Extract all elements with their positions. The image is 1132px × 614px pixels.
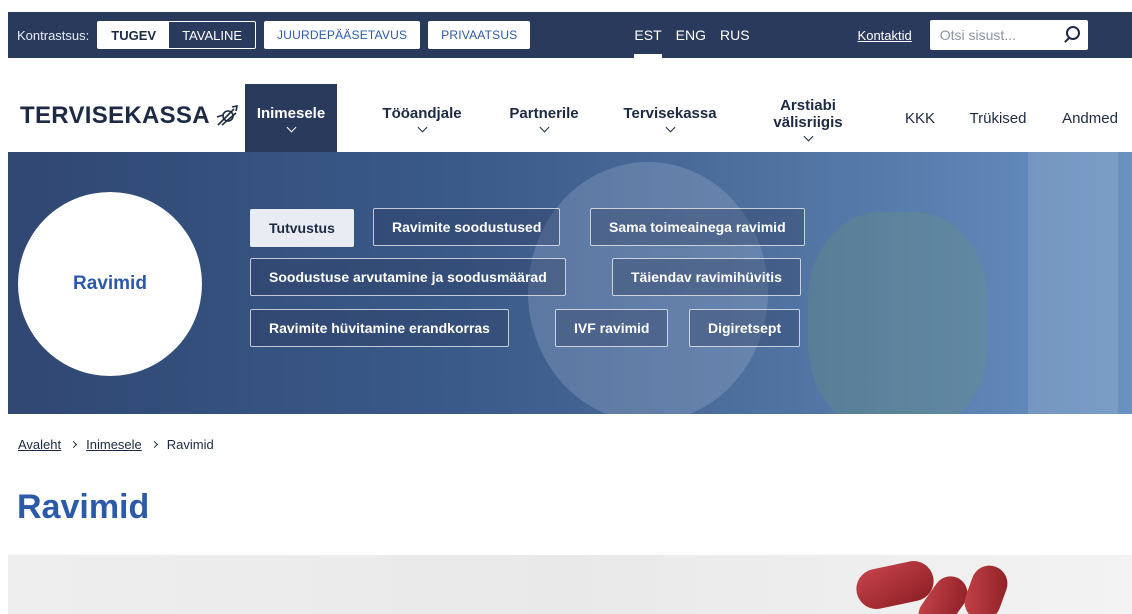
breadcrumb-current: Ravimid <box>166 437 214 452</box>
breadcrumb-inimesele-link[interactable]: Inimesele <box>86 437 142 452</box>
contrast-strong-button[interactable]: TUGEV <box>98 22 170 48</box>
site-logo[interactable]: TERVISEKASSA <box>20 102 240 130</box>
hero-background-window <box>1028 152 1118 414</box>
hero-banner: Ravimid Tutvustus Ravimite soodustused S… <box>8 152 1132 414</box>
accessibility-button[interactable]: JUURDEPÄÄSETAVUS <box>264 21 421 49</box>
lang-est[interactable]: EST <box>634 12 662 58</box>
subnav-tutvustus[interactable]: Tutvustus <box>250 209 354 247</box>
contrast-toggle: TUGEV TAVALINE <box>97 21 257 49</box>
subnav-ivf-ravimid[interactable]: IVF ravimid <box>555 309 669 347</box>
contrast-normal-button[interactable]: TAVALINE <box>169 22 255 48</box>
section-title: Ravimid <box>73 273 147 294</box>
language-switcher: EST ENG RUS <box>634 12 763 58</box>
subnav-ravimite-huvitamine-erandkorras[interactable]: Ravimite hüvitamine erandkorras <box>250 309 509 347</box>
nav-label: KKK <box>904 109 935 127</box>
chevron-down-icon <box>665 122 675 133</box>
pill-image <box>959 560 1013 614</box>
subnav-ravimite-soodustused[interactable]: Ravimite soodustused <box>373 208 561 246</box>
chevron-down-icon <box>417 122 427 133</box>
nav-trukised[interactable]: Trükised <box>958 84 1038 152</box>
nav-partnerile[interactable]: Partnerile <box>492 84 596 152</box>
chevron-down-icon <box>286 122 296 133</box>
nav-label-line1: Arstiabi <box>780 96 836 114</box>
lang-eng[interactable]: ENG <box>676 12 706 58</box>
subnav-digiretsept[interactable]: Digiretsept <box>689 309 801 347</box>
search-placeholder: Otsi sisust... <box>939 27 1016 43</box>
search-icon[interactable] <box>1065 26 1080 40</box>
nav-label-line2: välisriigis <box>773 113 843 131</box>
breadcrumb: Avaleht Inimesele Ravimid <box>18 437 214 452</box>
contacts-link[interactable]: Kontaktid <box>858 28 912 43</box>
nav-label: Tööandjale <box>382 105 462 122</box>
page-title: Ravimid <box>17 488 150 526</box>
nav-label: Partnerile <box>509 105 579 122</box>
utility-bar: Kontrastsus: TUGEV TAVALINE JUURDEPÄÄSET… <box>8 12 1132 58</box>
nav-tervisekassa[interactable]: Tervisekassa <box>610 84 730 152</box>
section-title-circle: Ravimid <box>18 192 202 376</box>
logo-emblem-icon <box>216 104 238 126</box>
nav-label: Trükised <box>969 109 1027 127</box>
subnav-taiendav-ravimihuvitis[interactable]: Täiendav ravimihüvitis <box>612 258 801 296</box>
search-input[interactable]: Otsi sisust... <box>929 20 1088 50</box>
nav-tooandjale[interactable]: Tööandjale <box>368 84 476 152</box>
nav-label: Inimesele <box>256 105 326 122</box>
chevron-down-icon <box>803 131 813 141</box>
lang-rus[interactable]: RUS <box>720 12 750 58</box>
privacy-button[interactable]: PRIVAATSUS <box>428 21 531 49</box>
contrast-label: Kontrastsus: <box>17 27 90 43</box>
hero-background-plant <box>808 212 988 414</box>
nav-arstiabi-valisriigis[interactable]: Arstiabi välisriigis <box>753 84 863 152</box>
nav-inimesele[interactable]: Inimesele <box>245 84 337 152</box>
logo-text: TERVISEKASSA <box>20 102 210 129</box>
subnav-soodustuse-arvutamine[interactable]: Soodustuse arvutamine ja soodusmäärad <box>250 258 566 296</box>
main-navigation: TERVISEKASSA Inimesele Tööandjale Partne… <box>8 84 1132 152</box>
breadcrumb-home-link[interactable]: Avaleht <box>18 437 61 452</box>
chevron-right-icon <box>150 440 158 449</box>
chevron-down-icon <box>539 122 549 133</box>
nav-kkk[interactable]: KKK <box>896 84 944 152</box>
nav-andmed[interactable]: Andmed <box>1054 84 1126 152</box>
chevron-right-icon <box>70 440 78 449</box>
subnav-sama-toimeainega-ravimid[interactable]: Sama toimeainega ravimid <box>590 208 805 246</box>
nav-label: Tervisekassa <box>623 105 717 122</box>
article-image <box>8 555 1132 614</box>
nav-label: Andmed <box>1062 109 1118 127</box>
